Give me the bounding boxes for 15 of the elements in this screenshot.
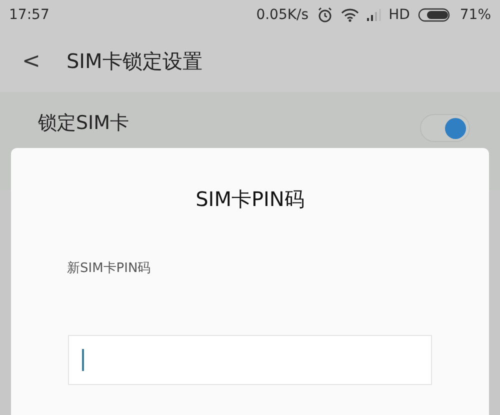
signal-icon bbox=[366, 9, 381, 21]
field-label: 新SIM卡PIN码 bbox=[67, 260, 151, 277]
alarm-icon bbox=[316, 7, 333, 23]
wifi-icon bbox=[340, 8, 359, 22]
battery-level: 71% bbox=[460, 7, 491, 23]
network-speed: 0.05K/s bbox=[256, 7, 309, 23]
network-type: HD bbox=[388, 7, 410, 23]
setting-label: 锁定SIM卡 bbox=[38, 111, 130, 136]
pin-input-field[interactable] bbox=[68, 335, 432, 385]
page-title: SIM卡锁定设置 bbox=[66, 48, 202, 74]
toggle-switch[interactable] bbox=[420, 114, 470, 142]
battery-icon bbox=[418, 8, 452, 22]
back-button[interactable]: < bbox=[22, 48, 40, 74]
dialog-title: SIM卡PIN码 bbox=[196, 186, 304, 213]
time: 17:57 bbox=[9, 7, 50, 23]
